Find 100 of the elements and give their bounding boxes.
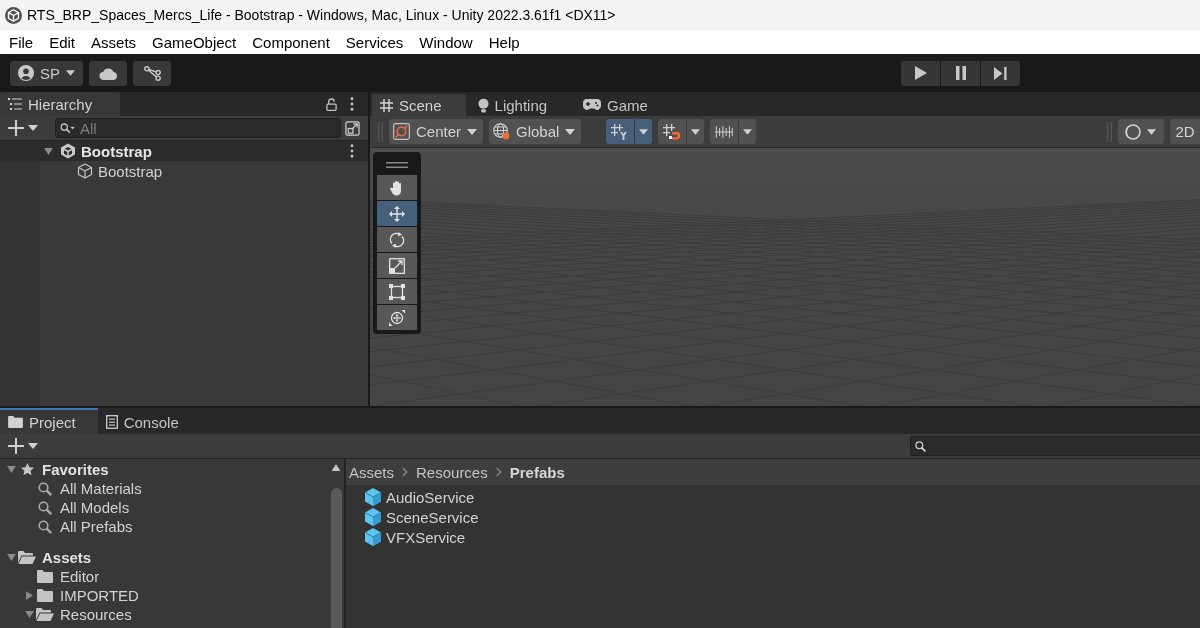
breadcrumb-item[interactable]: Resources	[416, 463, 488, 481]
play-button[interactable]	[901, 60, 940, 86]
breadcrumb-item[interactable]: Assets	[349, 463, 394, 481]
move-tool-button[interactable]	[377, 201, 417, 226]
open-folder-icon	[18, 551, 36, 564]
transform-tool-button[interactable]	[377, 305, 417, 330]
arrow-down-icon[interactable]	[24, 611, 34, 618]
scroll-thumb[interactable]	[330, 488, 342, 628]
ruler-icon	[715, 123, 734, 140]
add-dropdown[interactable]	[8, 436, 38, 456]
list-icon	[8, 98, 22, 110]
menu-item[interactable]: Services	[337, 30, 412, 54]
folder-icon	[37, 570, 53, 583]
grip-icon	[1107, 121, 1112, 142]
search-icon	[915, 440, 926, 452]
menu-item[interactable]: GameObject	[144, 30, 245, 54]
globe-icon	[493, 123, 511, 140]
arrow-down-icon[interactable]	[6, 554, 16, 561]
rotation-dropdown[interactable]: Global	[489, 119, 582, 144]
pivot-icon	[393, 123, 410, 140]
asset-item[interactable]: AudioService	[364, 487, 475, 507]
rotate-icon	[389, 231, 405, 248]
pivot-dropdown[interactable]: Center	[389, 119, 484, 144]
rotate-tool-button[interactable]	[377, 227, 417, 252]
hand-tool-button[interactable]	[377, 175, 417, 200]
tree-item[interactable]: Resources	[0, 605, 328, 624]
cube-icon	[364, 528, 382, 546]
tree-item[interactable]: All Models	[0, 498, 328, 517]
menu-item[interactable]: Component	[244, 30, 338, 54]
panel-tab[interactable]: Project	[0, 408, 98, 434]
caret-icon	[28, 443, 38, 449]
menu-item[interactable]: Edit	[41, 30, 84, 54]
scene-row[interactable]: Bootstrap	[0, 141, 368, 161]
star-icon	[20, 463, 34, 476]
lock-icon[interactable]	[326, 97, 337, 111]
asset-item[interactable]: SceneService	[364, 507, 479, 527]
menu-item[interactable]: Help	[480, 30, 528, 54]
popout-icon[interactable]	[345, 120, 360, 136]
cube-icon	[364, 508, 382, 526]
nodes-button[interactable]	[133, 60, 171, 86]
tree-item[interactable]: Favorites	[0, 460, 328, 479]
transform-icon	[389, 309, 405, 326]
tree-item[interactable]: Bootstrap	[0, 161, 368, 181]
grip-icon	[378, 121, 383, 142]
shading-dropdown[interactable]	[1118, 119, 1164, 144]
grid-icon	[611, 123, 630, 140]
cube-icon	[364, 488, 382, 506]
panel-tab[interactable]: Scene	[372, 94, 466, 116]
more-icon[interactable]	[350, 144, 354, 158]
menu-item[interactable]: File	[1, 30, 42, 54]
play-icon	[914, 66, 927, 80]
dropdown-button[interactable]	[687, 119, 705, 144]
ruler-button[interactable]	[710, 119, 739, 144]
cloud-button[interactable]	[89, 60, 127, 86]
more-icon[interactable]	[350, 97, 354, 111]
menu-item[interactable]: Window	[411, 30, 481, 54]
move-arrows-icon	[389, 205, 405, 222]
search-icon	[38, 481, 52, 496]
arrow-right-icon[interactable]	[25, 591, 33, 600]
rect-tool-button[interactable]	[377, 279, 417, 304]
pause-button[interactable]	[941, 60, 980, 86]
step-button[interactable]	[981, 60, 1020, 86]
panel-tab[interactable]: Console	[97, 408, 201, 434]
gamepad-icon	[583, 99, 602, 111]
menu-item[interactable]: Assets	[83, 30, 145, 54]
asset-item[interactable]: VFXService	[364, 527, 466, 547]
bulb-icon	[477, 97, 489, 113]
tree-item[interactable]: All Materials	[0, 479, 328, 498]
window-title: RTS_BRP_Spaces_Mercs_Life - Bootstrap - Windows, Mac, Linux - Unity 2022.3.61f1 <DX11>	[27, 7, 616, 23]
arrow-down-icon[interactable]	[43, 147, 53, 155]
nodes-icon	[143, 65, 161, 81]
account-dropdown[interactable]: SP	[10, 60, 83, 86]
scroll-up-icon[interactable]	[331, 464, 341, 471]
tree-item[interactable]: Assets	[0, 548, 328, 567]
arrow-down-icon[interactable]	[6, 466, 16, 473]
tree-item[interactable]: Editor	[0, 567, 328, 586]
search-field[interactable]	[910, 436, 1200, 456]
sphere-icon	[1124, 123, 1141, 140]
hash-icon	[380, 98, 393, 112]
dropdown-button[interactable]	[739, 119, 757, 144]
tree-item[interactable]: IMPORTED	[0, 586, 328, 605]
search-icon	[60, 122, 75, 134]
panel-tab[interactable]: Hierarchy	[0, 92, 121, 116]
search-field[interactable]: All	[55, 118, 341, 138]
scale-tool-button[interactable]	[377, 253, 417, 278]
view-mode-button[interactable]: 2D	[1170, 119, 1200, 144]
panel-tab[interactable]: Game	[575, 94, 672, 116]
breadcrumb-item[interactable]: Prefabs	[509, 463, 565, 481]
app-logo-icon	[5, 6, 22, 24]
plus-icon	[8, 438, 24, 454]
caret-icon	[639, 128, 649, 135]
panel-tab[interactable]: Lighting	[469, 94, 572, 116]
rect-icon	[389, 283, 405, 300]
dropdown-button[interactable]	[635, 119, 653, 144]
drag-handle-icon[interactable]	[386, 162, 408, 168]
grid-magnet-button[interactable]	[658, 119, 687, 144]
cube-logo-icon	[60, 143, 76, 159]
grid-toggle-button[interactable]	[606, 119, 635, 144]
tree-item[interactable]: All Prefabs	[0, 517, 328, 536]
caret-icon	[28, 125, 38, 131]
